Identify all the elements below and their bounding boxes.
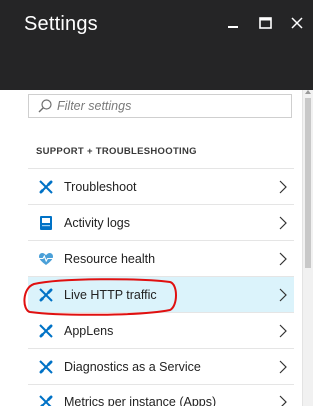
menu-item-live-http-traffic[interactable]: Live HTTP traffic (28, 276, 294, 312)
chevron-right-icon (278, 360, 288, 374)
minimize-icon[interactable] (217, 12, 249, 34)
heart-pulse-icon (38, 251, 54, 267)
menu-item-resource-health[interactable]: Resource health (28, 240, 294, 276)
settings-menu: Troubleshoot Activity logs Resource heal… (28, 168, 294, 406)
scrollbar-thumb[interactable] (305, 98, 311, 268)
log-book-icon (38, 215, 54, 231)
menu-item-activity-logs[interactable]: Activity logs (28, 204, 294, 240)
chevron-right-icon (278, 252, 288, 266)
menu-item-label: Resource health (64, 251, 156, 266)
blade-content: SUPPORT + TROUBLESHOOTING Troubleshoot (0, 90, 313, 406)
chevron-right-icon (278, 180, 288, 194)
menu-item-metrics-per-instance[interactable]: Metrics per instance (Apps) (28, 384, 294, 406)
close-icon[interactable] (281, 12, 313, 34)
menu-item-label: Metrics per instance (Apps) (64, 395, 217, 406)
menu-item-troubleshoot[interactable]: Troubleshoot (28, 168, 294, 204)
filter-settings-field[interactable] (28, 94, 292, 118)
menu-item-label: Troubleshoot (64, 179, 137, 194)
filter-settings-input[interactable] (55, 99, 277, 113)
search-icon (35, 96, 55, 116)
menu-item-label: Live HTTP traffic (64, 287, 157, 302)
section-heading: SUPPORT + TROUBLESHOOTING (36, 146, 197, 157)
scroll-up-arrow-icon[interactable] (305, 90, 311, 94)
blade-header: Settings (0, 0, 313, 90)
wrench-icon (38, 179, 54, 195)
menu-item-label: Activity logs (64, 215, 130, 230)
wrench-icon (38, 359, 54, 375)
vertical-scrollbar[interactable] (302, 90, 313, 406)
chevron-right-icon (278, 288, 288, 302)
menu-item-label: Diagnostics as a Service (64, 359, 201, 374)
wrench-icon (38, 287, 54, 303)
menu-item-applens[interactable]: AppLens (28, 312, 294, 348)
menu-item-diagnostics-as-a-service[interactable]: Diagnostics as a Service (28, 348, 294, 384)
chevron-right-icon (278, 324, 288, 338)
chevron-right-icon (278, 216, 288, 230)
wrench-icon (38, 394, 54, 406)
window-controls (217, 12, 313, 34)
chevron-right-icon (278, 395, 288, 406)
page-title: Settings (24, 13, 98, 35)
wrench-icon (38, 323, 54, 339)
menu-item-label: AppLens (64, 323, 114, 338)
settings-blade: Settings SUPPORT + TROUBLESHOOTING (0, 0, 313, 406)
maximize-icon[interactable] (249, 12, 281, 34)
